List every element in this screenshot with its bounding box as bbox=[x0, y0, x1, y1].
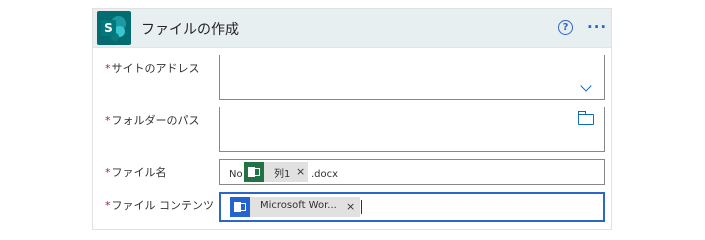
create-file-action-card: S ファイルの作成 ? ··· *サイトのアドレス *フォルダーのパス *ファイ… bbox=[92, 8, 612, 230]
file-name-input[interactable]: No 列1 × .docx bbox=[219, 159, 605, 185]
site-address-dropdown[interactable] bbox=[219, 55, 605, 100]
microsoft-word-token-remove-button[interactable]: × bbox=[346, 200, 355, 213]
column1-token[interactable]: 列1 × bbox=[244, 162, 308, 182]
more-options-icon[interactable]: ··· bbox=[587, 18, 607, 36]
folder-path-label: *フォルダーのパス bbox=[105, 112, 200, 128]
folder-path-input[interactable] bbox=[219, 107, 605, 152]
sharepoint-letter: S bbox=[101, 20, 116, 36]
action-header[interactable]: S ファイルの作成 ? ··· bbox=[93, 9, 611, 48]
column1-token-label: 列1 bbox=[274, 169, 291, 180]
file-name-label: *ファイル名 bbox=[105, 164, 167, 180]
microsoft-word-token[interactable]: Microsoft Wor... × bbox=[230, 197, 360, 217]
excel-icon bbox=[244, 162, 264, 182]
file-name-suffix: .docx bbox=[311, 169, 339, 180]
action-title: ファイルの作成 bbox=[141, 22, 239, 38]
file-name-prefix: No bbox=[229, 169, 243, 180]
microsoft-word-token-label: Microsoft Wor... bbox=[260, 200, 337, 211]
sharepoint-icon: S bbox=[97, 11, 131, 45]
folder-icon[interactable] bbox=[578, 111, 594, 125]
text-cursor bbox=[361, 200, 362, 214]
file-content-input[interactable]: Microsoft Wor... × bbox=[219, 192, 605, 222]
folder-path-label-text: フォルダーのパス bbox=[111, 114, 200, 127]
file-content-label-text: ファイル コンテンツ bbox=[111, 199, 215, 212]
office-icon bbox=[230, 197, 250, 217]
required-mark: * bbox=[105, 199, 111, 212]
file-content-label: *ファイル コンテンツ bbox=[105, 197, 214, 213]
required-mark: * bbox=[105, 114, 111, 127]
chevron-down-icon[interactable] bbox=[580, 80, 592, 92]
site-address-label: *サイトのアドレス bbox=[105, 60, 200, 76]
required-mark: * bbox=[105, 166, 111, 179]
file-name-label-text: ファイル名 bbox=[111, 166, 167, 179]
required-mark: * bbox=[105, 62, 111, 75]
column1-token-remove-button[interactable]: × bbox=[296, 165, 305, 178]
help-icon[interactable]: ? bbox=[558, 20, 573, 35]
site-address-label-text: サイトのアドレス bbox=[111, 62, 200, 75]
